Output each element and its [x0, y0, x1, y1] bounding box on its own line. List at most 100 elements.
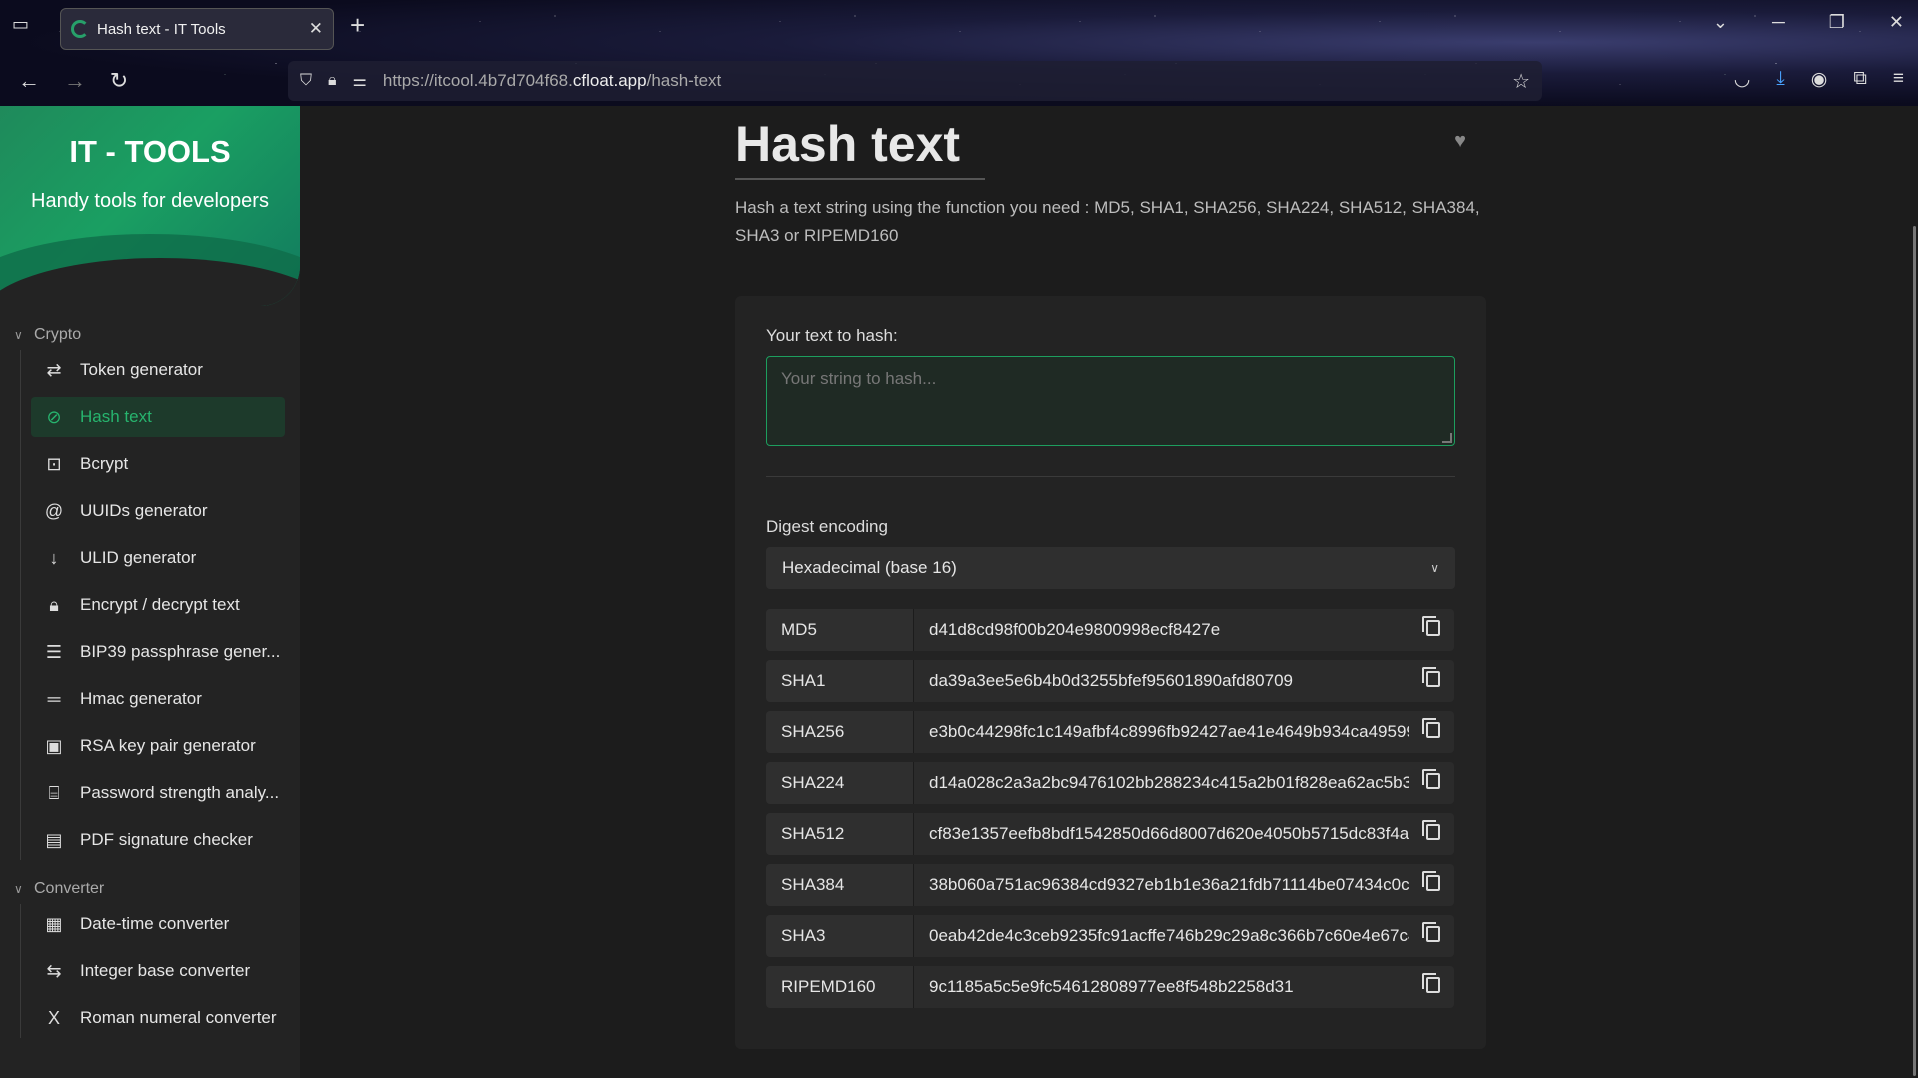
copy-icon[interactable] — [1422, 973, 1440, 993]
sidebar-item-password-strength[interactable]: ⌸ Password strength analy... — [31, 773, 285, 813]
sort-numbers-icon: ↓ — [49, 547, 59, 568]
copy-icon[interactable] — [1422, 616, 1440, 636]
sidebar-item-pdf-signature[interactable]: ▤ PDF signature checker — [31, 820, 285, 860]
close-window-icon[interactable]: ✕ — [1889, 12, 1904, 33]
hash-output[interactable]: 38b060a751ac96384cd9327eb1b1e36a21fdb711… — [914, 864, 1454, 906]
hash-algo-label: RIPEMD160 — [766, 966, 914, 1008]
letter-x-icon: X — [47, 1007, 60, 1028]
heart-icon[interactable]: ♥ — [1454, 130, 1466, 153]
copy-icon[interactable] — [1422, 667, 1440, 687]
hash-algo-label: SHA384 — [766, 864, 914, 906]
resize-handle-icon[interactable] — [1442, 433, 1452, 443]
hash-algo-label: SHA256 — [766, 711, 914, 753]
title-divider — [735, 178, 985, 180]
copy-icon[interactable] — [1422, 871, 1440, 891]
encoding-value: Hexadecimal (base 16) — [782, 558, 957, 577]
main-content: ♥ Hash text Hash a text string using the… — [300, 106, 1918, 1078]
favicon-icon — [71, 20, 89, 38]
account-icon[interactable]: ◉ — [1811, 68, 1828, 91]
divider — [766, 476, 1455, 477]
minimize-icon[interactable]: ─ — [1772, 12, 1785, 33]
hash-output[interactable]: 9c1185a5c5e9fc54612808977ee8f548b2258d31 — [914, 966, 1454, 1008]
sidebar-item-date-time[interactable]: ▦ Date-time converter — [31, 904, 285, 944]
sidebar-item-rsa-key-pair[interactable]: ▣ RSA key pair generator — [31, 726, 285, 766]
restore-icon[interactable]: ❐ — [1829, 12, 1845, 33]
hash-row-sha384: SHA384 38b060a751ac96384cd9327eb1b1e36a2… — [766, 864, 1455, 906]
sidebar-item-encrypt-decrypt[interactable]: 🔒︎ Encrypt / decrypt text — [31, 585, 285, 625]
hash-output[interactable]: da39a3ee5e6b4b0d3255bfef95601890afd80709 — [914, 660, 1454, 702]
fingerprint-icon: @ — [44, 500, 64, 521]
url-bar[interactable]: ⛉ 🔒︎ ⚌ https://itcool.4b7d704f68.cfloat.… — [288, 61, 1542, 101]
sidebar-item-ulid-generator[interactable]: ↓ ULID generator — [31, 538, 285, 578]
brand-header[interactable]: IT - TOOLS Handy tools for developers — [0, 106, 300, 306]
hash-output[interactable]: d41d8cd98f00b204e9800998ecf8427e — [914, 609, 1454, 651]
short-text-icon: ═ — [47, 688, 61, 709]
chevron-down-icon[interactable]: ⌄ — [1713, 12, 1728, 33]
input-label: Your text to hash: — [766, 326, 898, 345]
align-justified-icon: ☰ — [45, 641, 63, 662]
tab-list-icon[interactable]: ▭ — [12, 14, 38, 40]
window-controls: ⌄ ─ ❐ ✕ — [1713, 12, 1904, 33]
eye-off-icon: ⊘ — [46, 406, 62, 427]
section-toggle-crypto[interactable]: ∨ Crypto — [14, 320, 300, 350]
section-list: ⇄ Token generator ⊘ Hash text ⊡ Bcrypt @ UUI… — [20, 350, 300, 860]
section-toggle-converter[interactable]: ∨ Converter — [14, 874, 300, 904]
toolbar-right: ◡ ⤓ ◉ ⧉ ≡ — [1734, 68, 1904, 91]
tab-title: Hash text - IT Tools — [97, 20, 226, 38]
download-icon[interactable]: ⤓ — [1776, 68, 1784, 91]
hash-row-ripemd160: RIPEMD160 9c1185a5c5e9fc54612808977ee8f5… — [766, 966, 1455, 1008]
brand-title: IT - TOOLS — [69, 134, 231, 169]
bookmark-star-icon[interactable]: ☆ — [1512, 69, 1530, 94]
sidebar-item-integer-base[interactable]: ⇆ Integer base converter — [31, 951, 285, 991]
browser-tab[interactable]: Hash text - IT Tools ✕ — [60, 8, 334, 50]
hash-algo-label: SHA1 — [766, 660, 914, 702]
menu-icon[interactable]: ≡ — [1893, 68, 1904, 91]
copy-icon[interactable] — [1422, 718, 1440, 738]
lock-square-icon: ⊡ — [46, 453, 62, 474]
hash-output[interactable]: cf83e1357eefb8bdf1542850d66d8007d620e405… — [914, 813, 1454, 855]
copy-icon[interactable] — [1422, 820, 1440, 840]
sidebar-item-bcrypt[interactable]: ⊡ Bcrypt — [31, 444, 285, 484]
shield-icon[interactable]: ⛉ — [300, 72, 312, 90]
copy-icon[interactable] — [1422, 922, 1440, 942]
tool-description: Hash a text string using the function yo… — [735, 198, 1480, 245]
lock-icon: 🔒︎ — [49, 594, 59, 615]
digest-encoding-select[interactable]: Hexadecimal (base 16) ∨ — [766, 547, 1455, 589]
extensions-icon[interactable]: ⧉ — [1853, 68, 1867, 91]
hash-algo-label: SHA512 — [766, 813, 914, 855]
chevron-down-icon: ∨ — [14, 328, 23, 342]
hash-row-sha3: SHA3 0eab42de4c3ceb9235fc91acffe746b29c2… — [766, 915, 1455, 957]
hash-output[interactable]: 0eab42de4c3ceb9235fc91acffe746b29c29a8c3… — [914, 915, 1454, 957]
sidebar-item-roman-numeral[interactable]: X Roman numeral converter — [31, 998, 285, 1038]
hash-row-sha256: SHA256 e3b0c44298fc1c149afbf4c8996fb9242… — [766, 711, 1455, 753]
shuffle-icon: ⇄ — [46, 359, 62, 380]
encoding-label: Digest encoding — [766, 517, 888, 536]
section-title: Converter — [34, 880, 105, 897]
sidebar-item-hash-text[interactable]: ⊘ Hash text — [31, 397, 285, 437]
reload-icon[interactable]: ↻ — [104, 66, 134, 96]
hash-card: Your text to hash: Your string to hash..… — [735, 296, 1486, 1049]
hash-output[interactable]: d14a028c2a3a2bc9476102bb288234c415a2b01f… — [914, 762, 1454, 804]
text-to-hash-input[interactable]: Your string to hash... — [766, 356, 1455, 446]
sidebar-item-token-generator[interactable]: ⇄ Token generator — [31, 350, 285, 390]
back-icon[interactable]: ← — [14, 66, 44, 96]
sidebar-item-bip39[interactable]: ☰ BIP39 passphrase gener... — [31, 632, 285, 672]
sidebar-item-hmac-generator[interactable]: ═ Hmac generator — [31, 679, 285, 719]
new-tab-icon[interactable]: + — [350, 10, 365, 41]
close-tab-icon[interactable]: ✕ — [309, 19, 323, 39]
chevron-down-icon: ∨ — [14, 882, 23, 896]
permissions-icon[interactable]: ⚌ — [353, 71, 367, 91]
scrollbar[interactable] — [1913, 226, 1916, 1076]
sidebar-item-uuids-generator[interactable]: @ UUIDs generator — [31, 491, 285, 531]
hash-algo-label: SHA3 — [766, 915, 914, 957]
forward-icon[interactable]: → — [60, 66, 90, 96]
chevron-down-icon: ∨ — [1430, 561, 1439, 575]
pocket-icon[interactable]: ◡ — [1734, 68, 1751, 91]
browser-chrome: ▭ Hash text - IT Tools ✕ + ⌄ ─ ❐ ✕ ← → ↻… — [0, 0, 1918, 106]
copy-icon[interactable] — [1422, 769, 1440, 789]
sidebar: IT - TOOLS Handy tools for developers ∨ … — [0, 106, 300, 1078]
certificate-icon: ▣ — [45, 735, 63, 756]
padlock-icon[interactable]: 🔒︎ — [328, 72, 337, 90]
brand-subtitle: Handy tools for developers — [31, 190, 269, 212]
hash-output[interactable]: e3b0c44298fc1c149afbf4c8996fb92427ae41e4… — [914, 711, 1454, 753]
